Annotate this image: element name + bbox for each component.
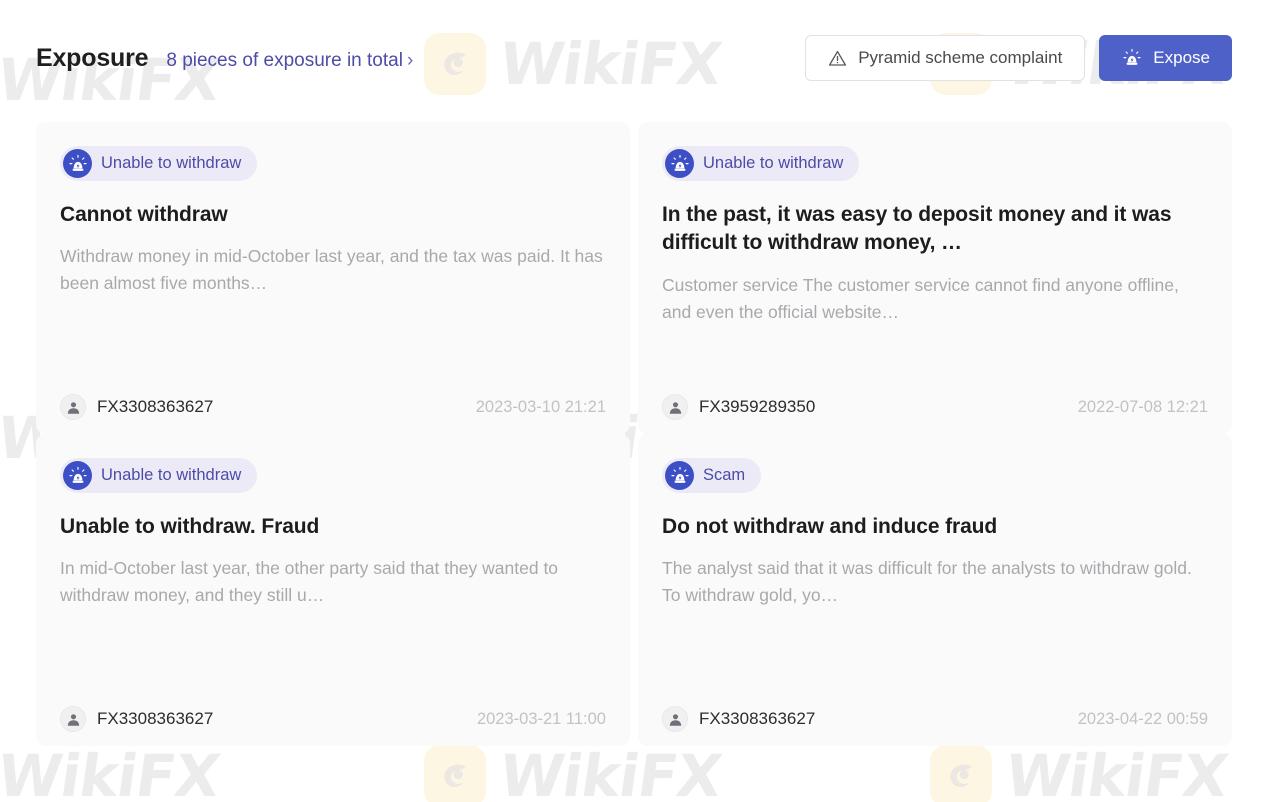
exposure-card-footer: FX3308363627 2023-04-22 00:59 [662, 694, 1208, 732]
exposure-summary: Withdraw money in mid-October last year,… [60, 246, 603, 294]
exposure-card[interactable]: Unable to withdraw Cannot withdraw Withdra… [36, 122, 630, 434]
exposure-title: Cannot withdraw [60, 203, 228, 226]
exposure-card[interactable]: Unable to withdraw Unable to withdraw. Fr… [36, 434, 630, 746]
author-name: FX3308363627 [97, 709, 214, 728]
exposure-date: 2023-04-22 00:59 [1077, 709, 1208, 728]
exposure-type-badge: Unable to withdraw [60, 458, 258, 493]
exposure-page: Exposure 8 pieces of exposure in total ›… [0, 0, 1268, 802]
expose-button-label: Expose [1153, 48, 1210, 67]
exposure-summary: The analyst said that it was difficult f… [662, 558, 1192, 606]
exposure-type-label: Unable to withdraw [101, 154, 242, 172]
page-header: Exposure 8 pieces of exposure in total ›… [36, 32, 1232, 84]
siren-icon [665, 149, 694, 178]
exposure-card-footer: FX3959289350 2022-07-08 12:21 [662, 382, 1208, 420]
exposure-count-label: 8 pieces of exposure in total [166, 49, 403, 71]
exposure-date: 2023-03-10 21:21 [475, 397, 606, 416]
siren-icon [665, 461, 694, 490]
exposure-summary: In mid-October last year, the other part… [60, 558, 559, 606]
exposure-type-label: Scam [703, 466, 746, 484]
pyramid-scheme-complaint-button[interactable]: Pyramid scheme complaint [805, 35, 1086, 81]
header-right-group: Pyramid scheme complaint Expose [805, 35, 1232, 81]
pyramid-scheme-complaint-label: Pyramid scheme complaint [858, 48, 1063, 67]
exposure-title: Unable to withdraw. Fraud [60, 515, 320, 538]
siren-icon [63, 461, 92, 490]
exposure-summary: Customer service The customer service ca… [662, 274, 1179, 322]
chevron-right-icon: › [406, 50, 414, 71]
exposure-date: 2023-03-21 11:00 [476, 709, 606, 728]
exposure-card[interactable]: Unable to withdraw In the past, it was ea… [638, 122, 1232, 434]
exposure-date: 2022-07-08 12:21 [1077, 397, 1208, 416]
avatar [662, 394, 688, 420]
page-title: Exposure [36, 43, 149, 72]
avatar [60, 706, 86, 732]
exposure-type-badge: Unable to withdraw [60, 146, 258, 181]
expose-button[interactable]: Expose [1099, 35, 1232, 81]
author-name: FX3959289350 [699, 397, 816, 416]
exposure-type-label: Unable to withdraw [101, 466, 242, 484]
exposure-title: In the past, it was easy to deposit mone… [662, 203, 1172, 255]
exposure-title: Do not withdraw and induce fraud [662, 515, 998, 538]
exposure-type-badge: Unable to withdraw [662, 146, 860, 181]
siren-icon [63, 149, 92, 178]
avatar [662, 706, 688, 732]
exposure-card-footer: FX3308363627 2023-03-10 21:21 [60, 382, 606, 420]
exposure-type-label: Unable to withdraw [703, 154, 844, 172]
author-name: FX3308363627 [699, 709, 816, 728]
author-name: FX3308363627 [97, 397, 214, 416]
exposure-card[interactable]: Scam Do not withdraw and induce fraud The … [638, 434, 1232, 746]
siren-icon [1121, 47, 1143, 69]
exposure-count-link[interactable]: 8 pieces of exposure in total › [166, 50, 413, 72]
warning-triangle-icon [828, 49, 847, 68]
header-left-group: Exposure 8 pieces of exposure in total › [36, 44, 413, 73]
exposure-card-footer: FX3308363627 2023-03-21 11:00 [60, 694, 606, 732]
avatar [60, 394, 86, 420]
exposure-cards-grid: Unable to withdraw Cannot withdraw Withdra… [36, 122, 1232, 746]
exposure-type-badge: Scam [662, 458, 762, 493]
